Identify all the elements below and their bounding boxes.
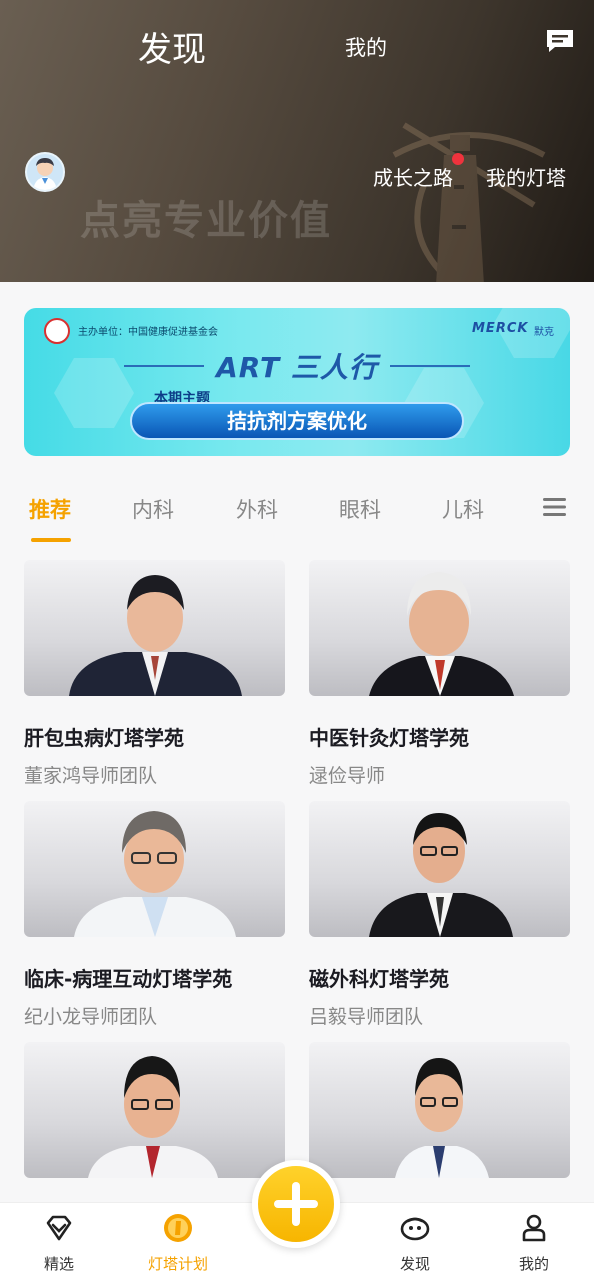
card-subtitle: 逯俭导师 — [309, 765, 386, 787]
mentor-portrait-icon — [369, 572, 514, 696]
academy-card[interactable] — [24, 1042, 285, 1178]
tab-mine[interactable]: 我的 — [345, 32, 387, 62]
menu-icon[interactable] — [543, 497, 566, 517]
tab-ophthalmology[interactable]: 眼科 — [339, 494, 381, 524]
mentor-photo — [309, 801, 570, 937]
card-title: 肝包虫病灯塔学苑 — [24, 726, 184, 750]
academy-card[interactable]: 磁外科灯塔学苑 吕毅导师团队 — [309, 801, 570, 1029]
banner-sponsor: 主办单位：中国健康促进基金会 — [78, 327, 218, 338]
promo-banner[interactable]: 主办单位：中国健康促进基金会 MERCK 默克 ART 三人行 本期主题 拮抗剂… — [24, 308, 570, 456]
nav-lighthouse-plan[interactable]: 灯塔计划 — [133, 1203, 223, 1280]
mentor-photo — [24, 801, 285, 937]
nav-featured[interactable]: 精选 — [14, 1203, 104, 1280]
nav-discover-label: 发现 — [399, 1255, 430, 1273]
academy-card[interactable]: 临床-病理互动灯塔学苑 纪小龙导师团队 — [24, 801, 285, 1029]
tab-surgery[interactable]: 外科 — [236, 494, 278, 524]
card-title: 磁外科灯塔学苑 — [309, 967, 449, 991]
header-hero: 点亮专业价值 发现 我的 成长之路 我的灯塔 — [0, 0, 594, 282]
tab-pediatrics[interactable]: 儿科 — [442, 494, 484, 524]
tab-recommend[interactable]: 推荐 — [29, 494, 71, 524]
banner-title: ART 三人行 — [216, 351, 378, 384]
mentor-portrait-icon — [88, 1056, 218, 1178]
banner-topic: 拮抗剂方案优化 — [130, 402, 464, 440]
card-subtitle: 纪小龙导师团队 — [24, 1006, 158, 1028]
mentor-photo — [24, 1042, 285, 1178]
card-subtitle: 吕毅导师团队 — [309, 1006, 424, 1028]
foundation-logo-icon — [44, 318, 70, 344]
lighthouse-coin-icon — [164, 1214, 192, 1242]
header-slogan: 点亮专业价值 — [80, 198, 332, 244]
nav-discover[interactable]: 发现 — [370, 1203, 460, 1280]
mentor-photo — [309, 1042, 570, 1178]
academy-card[interactable]: 中医针灸灯塔学苑 逯俭导师 — [309, 560, 570, 788]
tab-internal-medicine[interactable]: 内科 — [132, 494, 174, 524]
merck-logo: MERCK — [472, 321, 529, 336]
plus-icon-bar — [274, 1200, 318, 1208]
mentor-portrait-icon — [369, 813, 513, 937]
mentor-portrait-icon — [69, 575, 242, 696]
discover-page: 点亮专业价值 发现 我的 成长之路 我的灯塔 主办单位：中国健康促进基金会 ME… — [0, 0, 594, 1280]
merck-logo-cn: 默克 — [534, 327, 554, 338]
nav-mine-label: 我的 — [518, 1255, 549, 1273]
tab-discover[interactable]: 发现 — [138, 22, 206, 71]
card-title: 中医针灸灯塔学苑 — [309, 726, 469, 750]
academy-card[interactable]: 肝包虫病灯塔学苑 董家鸿导师团队 — [24, 560, 285, 788]
growth-path-link[interactable]: 成长之路 — [373, 162, 453, 191]
discover-face-icon — [400, 1217, 430, 1241]
diamond-icon — [46, 1215, 72, 1241]
message-icon[interactable] — [545, 28, 575, 54]
mentor-photo — [309, 560, 570, 696]
profile-icon — [522, 1214, 546, 1242]
mentor-photo — [24, 560, 285, 696]
nav-mine[interactable]: 我的 — [489, 1203, 579, 1280]
active-tab-indicator — [31, 538, 71, 542]
mentor-portrait-icon — [74, 811, 236, 937]
doctor-avatar-icon — [33, 158, 57, 190]
add-button[interactable] — [252, 1160, 340, 1248]
notification-dot — [452, 153, 464, 165]
mentor-portrait-icon — [395, 1058, 489, 1178]
academy-card[interactable] — [309, 1042, 570, 1178]
card-title: 临床-病理互动灯塔学苑 — [24, 967, 233, 991]
nav-featured-label: 精选 — [43, 1255, 74, 1273]
nav-lighthouse-plan-label: 灯塔计划 — [147, 1255, 208, 1273]
avatar[interactable] — [25, 152, 65, 192]
card-subtitle: 董家鸿导师团队 — [24, 765, 158, 787]
my-lighthouse-link[interactable]: 我的灯塔 — [486, 162, 566, 191]
